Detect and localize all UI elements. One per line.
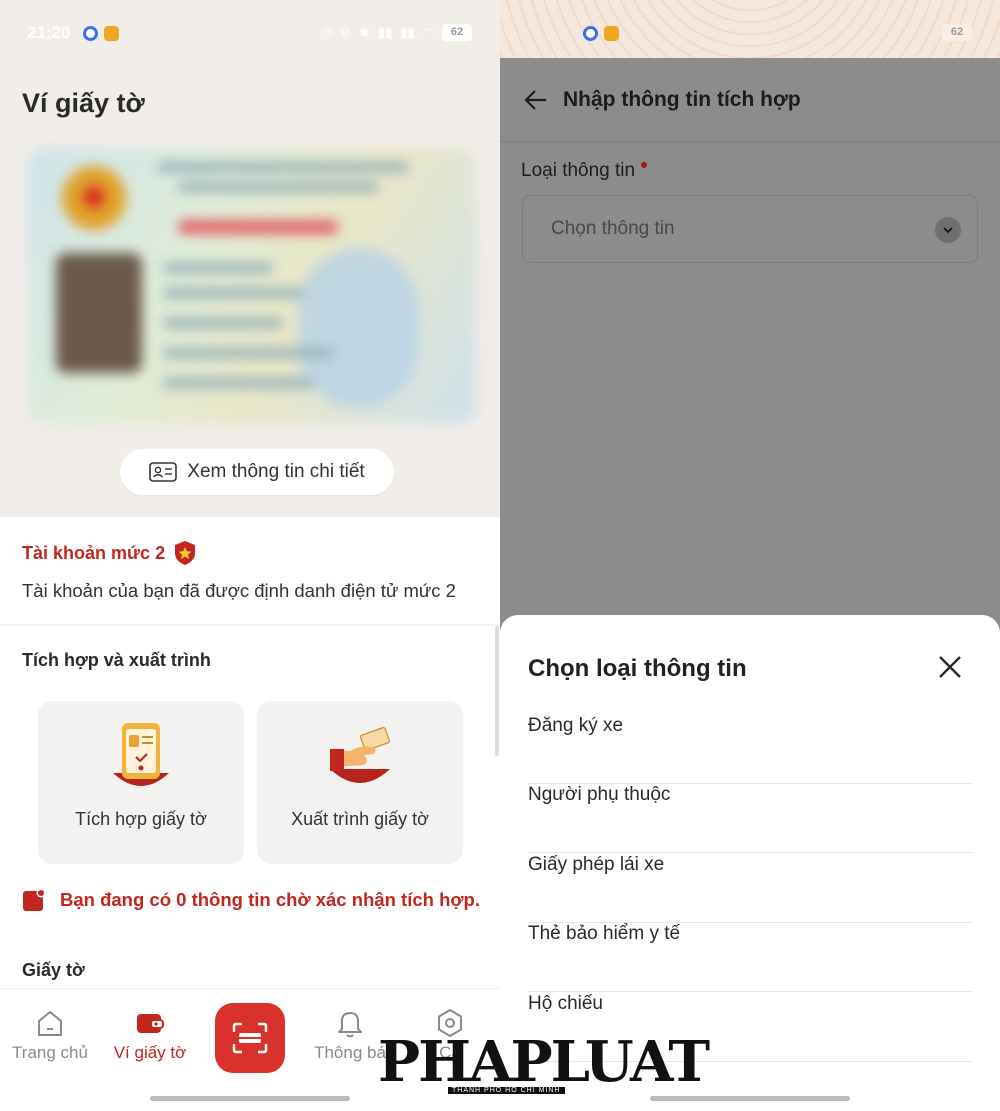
option-vehicle-registration[interactable]: Đăng ký xe	[528, 715, 972, 784]
wallet-screen: 21:20 ◷ ⊘ ✱ ▮▮ ▮▮ ◠ 62 Ví giấy tờ Xem th…	[0, 0, 500, 1111]
nav-home-label: Trang chủ	[12, 1043, 88, 1062]
signal-icon-2: ▮▮	[400, 24, 415, 40]
nav-notifications-label: Thông bá	[314, 1043, 386, 1062]
nav-wallet[interactable]: Ví giấy tờ	[100, 1007, 200, 1063]
sheet-title: Chọn loại thông tin	[528, 655, 747, 682]
pending-integration-notice[interactable]: Bạn đang có 0 thông tin chờ xác nhận tíc…	[22, 888, 480, 912]
page-title: Ví giấy tờ	[22, 88, 145, 118]
bell-icon	[338, 1012, 362, 1038]
app-notification-icon	[104, 26, 119, 41]
scan-button[interactable]	[215, 1003, 285, 1073]
option-label: Hộ chiếu	[528, 993, 603, 1014]
present-documents-tile[interactable]: Xuất trình giấy tờ	[257, 701, 463, 864]
option-health-insurance[interactable]: Thẻ bảo hiểm y tế	[528, 923, 972, 992]
status-time: 21:20	[27, 23, 71, 42]
info-type-select[interactable]: Chọn thông tin	[522, 195, 978, 263]
divider	[0, 624, 500, 626]
mute-icon: ⊘	[340, 24, 352, 40]
alarm-icon: ◷	[320, 24, 333, 40]
view-details-label: Xem thông tin chi tiết	[187, 461, 365, 482]
present-documents-label: Xuất trình giấy tờ	[291, 809, 429, 829]
scroll-indicator	[495, 626, 499, 756]
page-title: Nhập thông tin tích hợp	[563, 88, 801, 111]
section-heading-documents: Giấy tờ	[22, 960, 85, 980]
account-description: Tài khoản của bạn đã được định danh điện…	[22, 580, 456, 601]
signal-icon: ▮▮	[378, 24, 393, 40]
home-indicator[interactable]	[150, 1096, 350, 1101]
info-type-placeholder: Chọn thông tin	[551, 218, 675, 239]
nav-home[interactable]: Trang chủ	[0, 1007, 100, 1063]
close-icon[interactable]	[938, 655, 962, 679]
option-label: Người phụ thuộc	[528, 784, 671, 805]
watermark-text: PHAPLUAT	[378, 1029, 710, 1095]
wallet-header-area: 21:20 ◷ ⊘ ✱ ▮▮ ▮▮ ◠ 62 Ví giấy tờ Xem th…	[0, 0, 500, 517]
option-label: Đăng ký xe	[528, 715, 624, 736]
option-dependent[interactable]: Người phụ thuộc	[528, 784, 972, 853]
battery-icon: 62	[942, 24, 972, 41]
info-type-label: Loại thông tin	[521, 160, 648, 182]
messenger-icon	[83, 26, 98, 41]
verified-shield-icon	[175, 541, 196, 565]
phone-id-card-icon	[113, 723, 169, 786]
required-marker	[641, 162, 648, 168]
scan-icon	[232, 1022, 268, 1054]
integration-input-screen: 62 Nhập thông tin tích hợp Loại thông ti…	[500, 0, 1000, 1111]
pending-integration-text: Bạn đang có 0 thông tin chờ xác nhận tíc…	[60, 889, 480, 910]
wifi-icon: ◠	[422, 24, 434, 40]
option-driver-license[interactable]: Giấy phép lái xe	[528, 854, 972, 923]
messenger-icon	[583, 26, 598, 41]
account-level: Tài khoản mức 2	[22, 540, 197, 566]
back-arrow-icon[interactable]	[524, 88, 548, 112]
bluetooth-icon: ✱	[359, 24, 371, 40]
notice-card-icon	[23, 888, 46, 911]
option-label: Thẻ bảo hiểm y tế	[528, 923, 681, 944]
info-type-label-text: Loại thông tin	[521, 160, 636, 181]
account-level-label: Tài khoản mức 2	[22, 542, 166, 563]
watermark-subtitle: THÀNH PHỐ HỒ CHÍ MINH	[448, 1087, 565, 1094]
home-icon	[38, 1011, 62, 1036]
id-card-image[interactable]	[28, 148, 476, 424]
section-heading-integration: Tích hợp và xuất trình	[22, 650, 211, 670]
app-notification-icon	[604, 26, 619, 41]
status-bar: 21:20 ◷ ⊘ ✱ ▮▮ ▮▮ ◠ 62	[0, 0, 500, 58]
id-photo	[56, 253, 142, 373]
wallet-icon	[137, 1014, 164, 1033]
home-indicator[interactable]	[650, 1096, 850, 1101]
integrate-documents-label: Tích hợp giấy tờ	[75, 809, 207, 829]
hand-card-icon	[330, 726, 390, 783]
battery-icon: 62	[442, 24, 472, 41]
chevron-down-icon	[935, 217, 961, 243]
status-bar: 62	[500, 0, 1000, 58]
option-label: Giấy phép lái xe	[528, 854, 665, 875]
integrate-documents-tile[interactable]: Tích hợp giấy tờ	[38, 701, 244, 864]
view-details-button[interactable]: Xem thông tin chi tiết	[120, 449, 394, 495]
id-card-icon	[149, 462, 178, 482]
app-bar: Nhập thông tin tích hợp	[500, 58, 1000, 142]
nav-wallet-label: Ví giấy tờ	[113, 1043, 187, 1062]
watermark-logo: PHAPLUAT THÀNH PHỐ HỒ CHÍ MINH	[378, 1032, 710, 1098]
